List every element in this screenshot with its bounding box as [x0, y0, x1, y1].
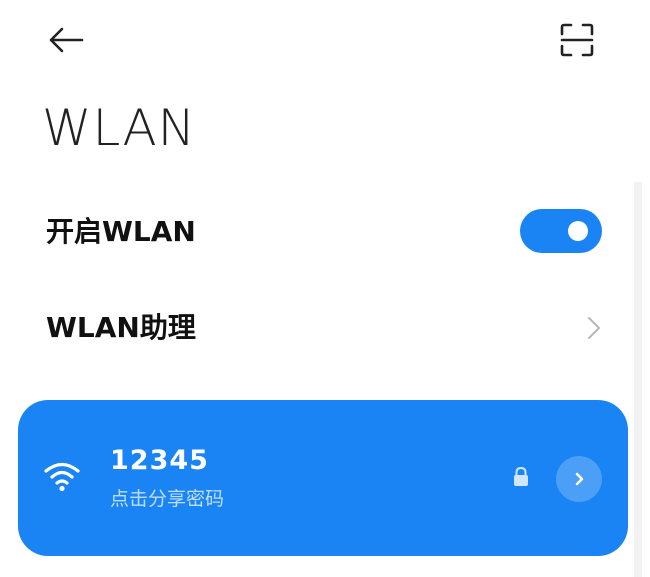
page-title: WLAN: [42, 99, 197, 157]
network-name: 12345: [110, 445, 209, 476]
arrow-left-icon: [49, 27, 84, 53]
chevron-right-icon: [588, 317, 600, 339]
toggle-knob: [568, 221, 588, 241]
top-bar: [0, 0, 650, 80]
wlan-toggle-label: 开启WLAN: [46, 215, 196, 248]
wlan-assistant-label: WLAN助理: [46, 311, 196, 344]
wlan-assistant-row[interactable]: WLAN助理: [0, 284, 650, 372]
network-details-button[interactable]: [556, 456, 602, 502]
chevron-right-circle-icon: [575, 472, 584, 486]
scan-button[interactable]: [552, 16, 602, 64]
connected-network-card[interactable]: 12345 点击分享密码: [18, 400, 628, 556]
scan-frame-icon: [560, 23, 594, 57]
wlan-toggle-switch[interactable]: [520, 209, 602, 253]
back-button[interactable]: [40, 18, 92, 62]
wlan-toggle-row[interactable]: 开启WLAN: [0, 188, 650, 276]
share-password-hint: 点击分享密码: [110, 488, 225, 510]
lock-icon: [514, 466, 528, 486]
wifi-icon: [44, 462, 80, 492]
